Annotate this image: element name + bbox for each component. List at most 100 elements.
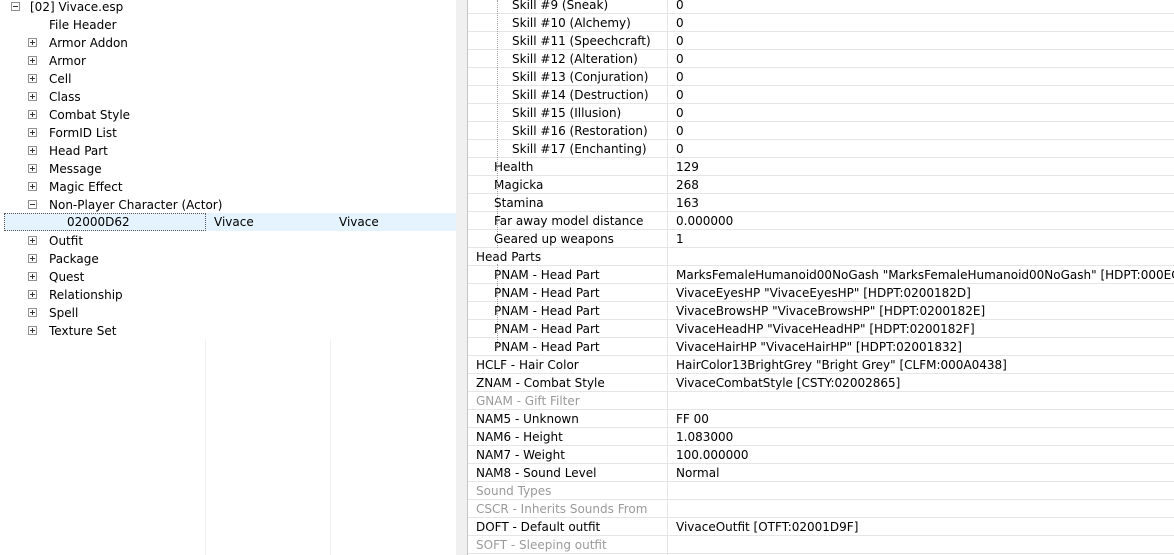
property-value[interactable]: 163 <box>676 194 699 212</box>
property-row[interactable]: Magicka 268 <box>468 176 1174 194</box>
expand-icon[interactable] <box>28 272 37 281</box>
property-value[interactable]: Normal <box>676 464 719 482</box>
property-name: Geared up weapons <box>494 232 614 246</box>
property-value[interactable]: 0 <box>676 68 684 86</box>
property-row[interactable]: Far away model distance 0.000000 <box>468 212 1174 230</box>
property-name: Skill #13 (Conjuration) <box>512 70 649 84</box>
property-value[interactable]: 0 <box>676 122 684 140</box>
property-value[interactable]: MarksFemaleHumanoid00NoGash "MarksFemale… <box>676 266 1174 284</box>
property-value[interactable]: 0 <box>676 0 684 14</box>
property-row[interactable]: NAM7 - Weight 100.000000 <box>468 446 1174 464</box>
property-row[interactable]: Skill #16 (Restoration) 0 <box>468 122 1174 140</box>
property-value[interactable]: 0 <box>676 14 684 32</box>
property-row[interactable]: PNAM - Head Part MarksFemaleHumanoid00NoG… <box>468 266 1174 284</box>
property-row[interactable]: NAM8 - Sound Level Normal <box>468 464 1174 482</box>
property-value[interactable]: 0 <box>676 140 684 158</box>
property-value[interactable]: 268 <box>676 176 699 194</box>
property-name: SOFT - Sleeping outfit <box>476 538 607 552</box>
property-name: Skill #17 (Enchanting) <box>512 142 647 156</box>
tree-item-label: Magic Effect <box>49 180 123 194</box>
property-row[interactable]: Head Parts <box>468 248 1174 266</box>
property-value[interactable]: VivaceBrowsHP "VivaceBrowsHP" [HDPT:0200… <box>676 302 985 320</box>
property-row[interactable]: Skill #12 (Alteration) 0 <box>468 50 1174 68</box>
tree-item-label: Head Part <box>49 144 108 158</box>
splitter-bar[interactable] <box>456 0 468 555</box>
expand-icon[interactable] <box>28 290 37 299</box>
property-value[interactable]: 100.000000 <box>676 446 749 464</box>
property-row[interactable]: SOFT - Sleeping outfit <box>468 536 1174 554</box>
property-row[interactable]: GNAM - Gift Filter <box>468 392 1174 410</box>
property-row[interactable]: PNAM - Head Part VivaceHairHP "VivaceHair… <box>468 338 1174 356</box>
property-name: Skill #14 (Destruction) <box>512 88 649 102</box>
expand-icon[interactable] <box>28 56 37 65</box>
property-row[interactable]: Skill #15 (Illusion) 0 <box>468 104 1174 122</box>
property-value[interactable]: VivaceHeadHP "VivaceHeadHP" [HDPT:020018… <box>676 320 975 338</box>
property-row[interactable]: ZNAM - Combat Style VivaceCombatStyle [CS… <box>468 374 1174 392</box>
property-row[interactable]: Skill #9 (Sneak) 0 <box>468 0 1174 14</box>
property-value[interactable]: 129 <box>676 158 699 176</box>
tree-column-separator <box>330 340 331 555</box>
expand-icon[interactable] <box>28 110 37 119</box>
property-name: Head Parts <box>476 250 542 264</box>
property-row[interactable]: Skill #17 (Enchanting) 0 <box>468 140 1174 158</box>
property-value[interactable]: 0.000000 <box>676 212 733 230</box>
tree-item-label: Cell <box>49 72 72 86</box>
property-value[interactable]: 1.083000 <box>676 428 733 446</box>
expand-icon[interactable] <box>28 182 37 191</box>
expand-icon[interactable] <box>28 308 37 317</box>
expand-icon[interactable] <box>28 254 37 263</box>
property-value[interactable]: VivaceHairHP "VivaceHairHP" [HDPT:020018… <box>676 338 962 356</box>
property-value[interactable]: FF 00 <box>676 410 709 428</box>
expand-icon[interactable] <box>28 92 37 101</box>
property-row[interactable]: PNAM - Head Part VivaceHeadHP "VivaceHead… <box>468 320 1174 338</box>
property-name: PNAM - Head Part <box>494 268 600 282</box>
property-value[interactable]: 0 <box>676 86 684 104</box>
property-row[interactable]: Sound Types <box>468 482 1174 500</box>
expand-icon[interactable] <box>28 236 37 245</box>
property-row[interactable]: CSCR - Inherits Sounds From <box>468 500 1174 518</box>
tree-item-label: FormID List <box>49 126 117 140</box>
selected-record-editor-id: Vivace <box>214 215 254 229</box>
expand-icon[interactable] <box>28 326 37 335</box>
expand-icon[interactable] <box>28 164 37 173</box>
property-row[interactable]: Skill #14 (Destruction) 0 <box>468 86 1174 104</box>
property-value[interactable]: 0 <box>676 104 684 122</box>
expand-icon[interactable] <box>28 74 37 83</box>
property-value[interactable]: VivaceOutfit [OTFT:02001D9F] <box>676 518 858 536</box>
collapse-icon[interactable] <box>11 2 20 11</box>
properties-column-separator <box>667 0 668 555</box>
property-name: Magicka <box>494 178 544 192</box>
property-value[interactable]: 1 <box>676 230 684 248</box>
property-row[interactable]: Skill #11 (Speechcraft) 0 <box>468 32 1174 50</box>
expand-icon[interactable] <box>28 38 37 47</box>
selected-record-name: Vivace <box>339 215 379 229</box>
property-name: Skill #16 (Restoration) <box>512 124 648 138</box>
property-name: HCLF - Hair Color <box>476 358 579 372</box>
property-row[interactable]: Skill #13 (Conjuration) 0 <box>468 68 1174 86</box>
property-value[interactable]: HairColor13BrightGrey "Bright Grey" [CLF… <box>676 356 1007 374</box>
property-value[interactable]: 0 <box>676 50 684 68</box>
property-name: Far away model distance <box>494 214 644 228</box>
property-row[interactable]: Skill #10 (Alchemy) 0 <box>468 14 1174 32</box>
tree-item-label: Texture Set <box>49 324 117 338</box>
property-row[interactable]: DOFT - Default outfit VivaceOutfit [OTFT:… <box>468 518 1174 536</box>
property-value[interactable]: VivaceEyesHP "VivaceEyesHP" [HDPT:020018… <box>676 284 971 302</box>
property-row[interactable]: PNAM - Head Part VivaceEyesHP "VivaceEyes… <box>468 284 1174 302</box>
property-row[interactable]: NAM6 - Height 1.083000 <box>468 428 1174 446</box>
tree-item-label: Armor Addon <box>49 36 128 50</box>
property-value[interactable]: 0 <box>676 32 684 50</box>
property-row[interactable]: Stamina 163 <box>468 194 1174 212</box>
expand-icon[interactable] <box>28 146 37 155</box>
property-row[interactable]: Health 129 <box>468 158 1174 176</box>
property-row[interactable]: Geared up weapons 1 <box>468 230 1174 248</box>
property-row[interactable]: PNAM - Head Part VivaceBrowsHP "VivaceBro… <box>468 302 1174 320</box>
tree-item-label: Quest <box>49 270 85 284</box>
tree-guide-line <box>497 0 498 148</box>
property-value[interactable]: VivaceCombatStyle [CSTY:02002865] <box>676 374 900 392</box>
tree-item-label: Message <box>49 162 102 176</box>
property-row[interactable]: HCLF - Hair Color HairColor13BrightGrey "… <box>468 356 1174 374</box>
property-row[interactable]: NAM5 - Unknown FF 00 <box>468 410 1174 428</box>
property-name: Health <box>494 160 534 174</box>
expand-icon[interactable] <box>28 128 37 137</box>
collapse-icon[interactable] <box>28 200 37 209</box>
